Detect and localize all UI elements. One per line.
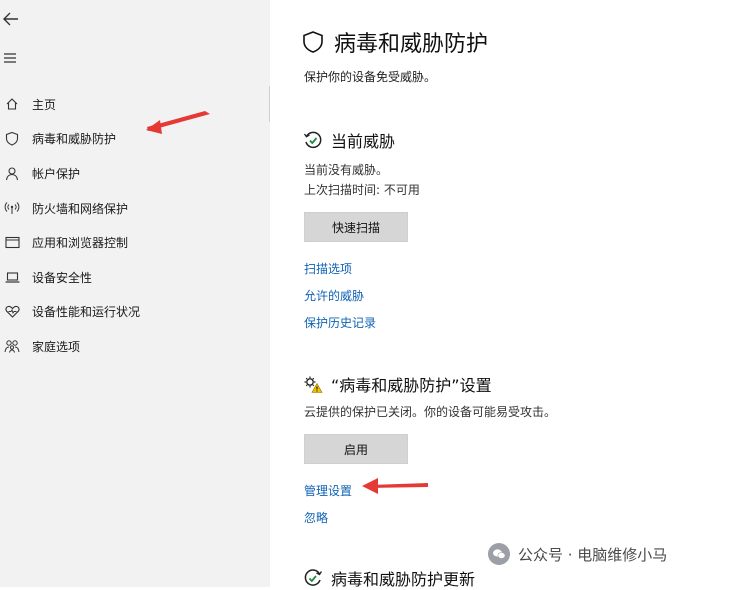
sidebar-item-firewall[interactable]: 防火墙和网络保护	[0, 192, 265, 224]
sidebar-item-label: 防火墙和网络保护	[32, 201, 129, 216]
back-button[interactable]	[2, 10, 22, 32]
sidebar-item-label: 设备安全性	[32, 270, 93, 285]
cloud-protection-warning: 云提供的保护已关闭。你的设备可能易受攻击。	[304, 405, 557, 419]
protection-history-link[interactable]: 保护历史记录	[304, 314, 376, 331]
wireless-icon	[2, 201, 22, 215]
hamburger-icon	[4, 53, 16, 63]
sidebar-item-label: 应用和浏览器控制	[32, 235, 129, 250]
watermark-text: 公众号 · 电脑维修小马	[518, 545, 668, 564]
wechat-logo-icon	[488, 543, 510, 565]
threat-status-text: 当前没有威胁。	[304, 163, 389, 177]
last-scan-text: 上次扫描时间: 不可用	[304, 183, 420, 197]
manage-settings-link[interactable]: 管理设置	[304, 482, 352, 499]
settings-warning-icon	[304, 376, 323, 393]
app-window-icon	[2, 236, 22, 249]
menu-button[interactable]	[2, 50, 22, 72]
enable-button[interactable]: 启用	[304, 434, 408, 464]
sidebar-item-label: 帐户保护	[32, 166, 81, 181]
sidebar-item-label: 主页	[32, 97, 57, 112]
current-threats-title: 当前威胁	[331, 132, 396, 151]
page-title: 病毒和威胁防护	[334, 32, 489, 57]
heart-icon	[2, 305, 22, 318]
allowed-threats-link[interactable]: 允许的威胁	[304, 287, 364, 304]
page-header: 病毒和威胁防护	[302, 26, 488, 58]
quick-scan-button[interactable]: 快速扫描	[304, 212, 408, 242]
sidebar-item-home[interactable]: 主页	[0, 88, 265, 120]
settings-header: “病毒和威胁防护”设置	[303, 372, 492, 396]
sidebar-item-account[interactable]: 帐户保护	[0, 157, 265, 189]
watermark: 公众号 · 电脑维修小马	[488, 543, 667, 565]
back-arrow-icon	[3, 12, 18, 26]
sidebar-item-app-browser[interactable]: 应用和浏览器控制	[0, 226, 265, 258]
refresh-check-icon	[304, 569, 323, 586]
sidebar-item-device-security[interactable]: 设备安全性	[0, 261, 265, 293]
main-content: 病毒和威胁防护 保护你的设备免受威胁。 当前威胁 当前没有威胁。 上次扫描时间:…	[270, 0, 750, 590]
sidebar: 主页 病毒和威胁防护 帐户保护 防火墙和网络保护 应用和浏览器控制 设备安全性	[0, 0, 270, 587]
updates-title: 病毒和威胁防护更新	[331, 570, 476, 589]
shield-icon	[303, 31, 323, 53]
home-icon	[2, 97, 22, 111]
shield-icon	[2, 131, 22, 146]
sidebar-item-label: 家庭选项	[32, 339, 81, 354]
sidebar-item-device-health[interactable]: 设备性能和运行状况	[0, 295, 265, 327]
sidebar-item-family[interactable]: 家庭选项	[0, 330, 265, 362]
scan-options-link[interactable]: 扫描选项	[304, 260, 352, 277]
sidebar-item-label: 设备性能和运行状况	[32, 304, 141, 319]
ignore-link[interactable]: 忽略	[304, 509, 328, 526]
sidebar-item-label: 病毒和威胁防护	[32, 131, 117, 146]
settings-title: “病毒和威胁防护”设置	[331, 376, 492, 395]
updates-header: 病毒和威胁防护更新	[303, 566, 475, 590]
family-icon	[2, 339, 22, 353]
history-clock-icon	[303, 131, 322, 149]
current-threats-header: 当前威胁	[303, 128, 395, 152]
laptop-icon	[2, 271, 22, 284]
person-icon	[2, 166, 22, 181]
sidebar-item-virus-protection[interactable]: 病毒和威胁防护	[0, 122, 265, 154]
page-subtitle: 保护你的设备免受威胁。	[304, 70, 437, 84]
